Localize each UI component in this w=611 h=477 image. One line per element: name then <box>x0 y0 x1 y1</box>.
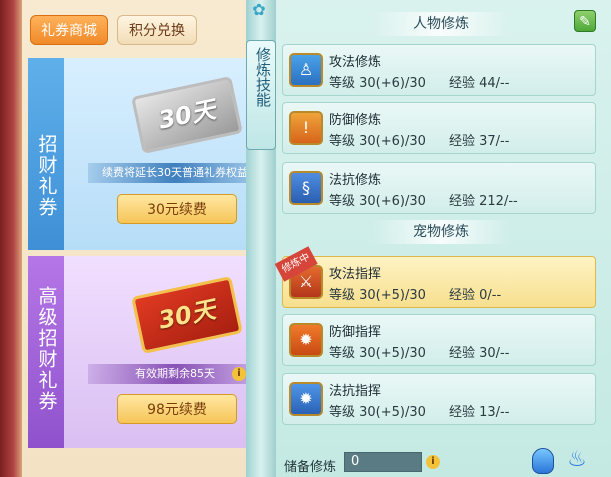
card-side-bar: 高级招财礼券 <box>28 256 64 448</box>
skill-level: 等级 30(+6)/30 <box>329 134 426 149</box>
reserve-label: 储备修炼 <box>284 460 337 475</box>
skill-exp: 经验 30/-- <box>449 346 510 361</box>
shield-swirl-icon: § <box>289 171 323 205</box>
cultivation-skills-label: 修炼技能 <box>254 47 272 107</box>
tab-points-exchange[interactable]: 积分兑换 <box>117 15 197 45</box>
cultivation-skills-tag[interactable]: 修炼技能 <box>246 40 276 150</box>
potion-icon[interactable] <box>532 448 554 474</box>
ticket-image: 30天 <box>131 276 243 354</box>
warrior-icon: ♙ <box>289 53 323 87</box>
renew-30-button[interactable]: 30元续费 <box>117 194 237 224</box>
skill-level: 等级 30(+5)/30 <box>329 405 426 420</box>
paw-shield-icon: ✹ <box>289 382 323 416</box>
pet-skill-row-magic-resist-command[interactable]: ✹ 法抗指挥 等级 30(+5)/30 经验 13/-- <box>282 373 596 425</box>
tab-ticket-mall[interactable]: 礼券商城 <box>30 15 108 45</box>
skill-row-attack-magic[interactable]: ♙ 攻法修炼 等级 30(+6)/30 经验 44/-- <box>282 44 596 96</box>
pet-skill-row-defense-command[interactable]: ✹ 防御指挥 等级 30(+5)/30 经验 30/-- <box>282 314 596 366</box>
info-icon[interactable]: i <box>232 367 246 381</box>
skill-level: 等级 30(+5)/30 <box>329 288 426 303</box>
ticket-label: 30天 <box>156 295 218 335</box>
cultivation-panel: 人物修炼 ✎ ♙ 攻法修炼 等级 30(+6)/30 经验 44/-- ! 防御… <box>274 0 611 477</box>
skill-exp: 经验 37/-- <box>449 134 510 149</box>
section-title-pet: 宠物修炼 <box>371 220 511 244</box>
ticket-label: 30天 <box>156 95 218 135</box>
skill-name: 防御指挥 <box>329 325 382 340</box>
skill-name: 攻法指挥 <box>329 267 382 282</box>
validity-text: 有效期剩余85天 <box>135 367 215 380</box>
reserve-value-field[interactable]: 0 <box>344 452 422 472</box>
paw-icon: ✹ <box>289 323 323 357</box>
card-title: 招财礼券 <box>28 134 64 224</box>
ticket-card-normal: 招财礼券 30天 续费将延长30天普通礼券权益 30元续费 <box>28 58 262 250</box>
shield-icon: ! <box>289 111 323 145</box>
skill-level: 等级 30(+6)/30 <box>329 76 426 91</box>
ticket-card-premium: 高级招财礼券 30天 有效期剩余85天 i 98元续费 <box>28 256 262 448</box>
skill-name: 攻法修炼 <box>329 55 382 70</box>
skill-name: 法抗修炼 <box>329 173 382 188</box>
skill-exp: 经验 0/-- <box>449 288 502 303</box>
card-side-bar: 招财礼券 <box>28 58 64 250</box>
skill-name: 法抗指挥 <box>329 384 382 399</box>
info-icon[interactable]: i <box>426 455 440 469</box>
skill-level: 等级 30(+6)/30 <box>329 194 426 209</box>
section-title-character: 人物修炼 <box>371 12 511 36</box>
skill-name: 防御修炼 <box>329 113 382 128</box>
skill-row-defense[interactable]: ! 防御修炼 等级 30(+6)/30 经验 37/-- <box>282 102 596 154</box>
flower-ornament-icon: ✿ <box>252 0 266 19</box>
card-title-text: 招财礼券 <box>35 134 58 218</box>
skill-exp: 经验 44/-- <box>449 76 510 91</box>
skill-exp: 经验 13/-- <box>449 405 510 420</box>
ticket-image: 30天 <box>131 76 243 154</box>
renew-note: 续费将延长30天普通礼券权益 <box>88 163 262 183</box>
decorative-strip <box>0 0 22 477</box>
skill-level: 等级 30(+5)/30 <box>329 346 426 361</box>
pet-skill-row-attack-command[interactable]: ⚔ 修炼中 攻法指挥 等级 30(+5)/30 经验 0/-- <box>274 246 596 308</box>
skill-row-magic-resist[interactable]: § 法抗修炼 等级 30(+6)/30 经验 212/-- <box>282 162 596 214</box>
card-title: 高级招财礼券 <box>28 286 64 418</box>
edit-icon[interactable]: ✎ <box>574 10 596 32</box>
skill-exp: 经验 212/-- <box>449 194 518 209</box>
renew-98-button[interactable]: 98元续费 <box>117 394 237 424</box>
card-title-text: 高级招财礼券 <box>35 286 58 412</box>
validity-note: 有效期剩余85天 i <box>88 364 262 384</box>
left-panel: 礼券商城 积分兑换 招财礼券 30天 续费将延长30天普通礼券权益 30元续费 … <box>0 0 262 477</box>
flame-icon[interactable]: ♨ <box>566 446 588 474</box>
